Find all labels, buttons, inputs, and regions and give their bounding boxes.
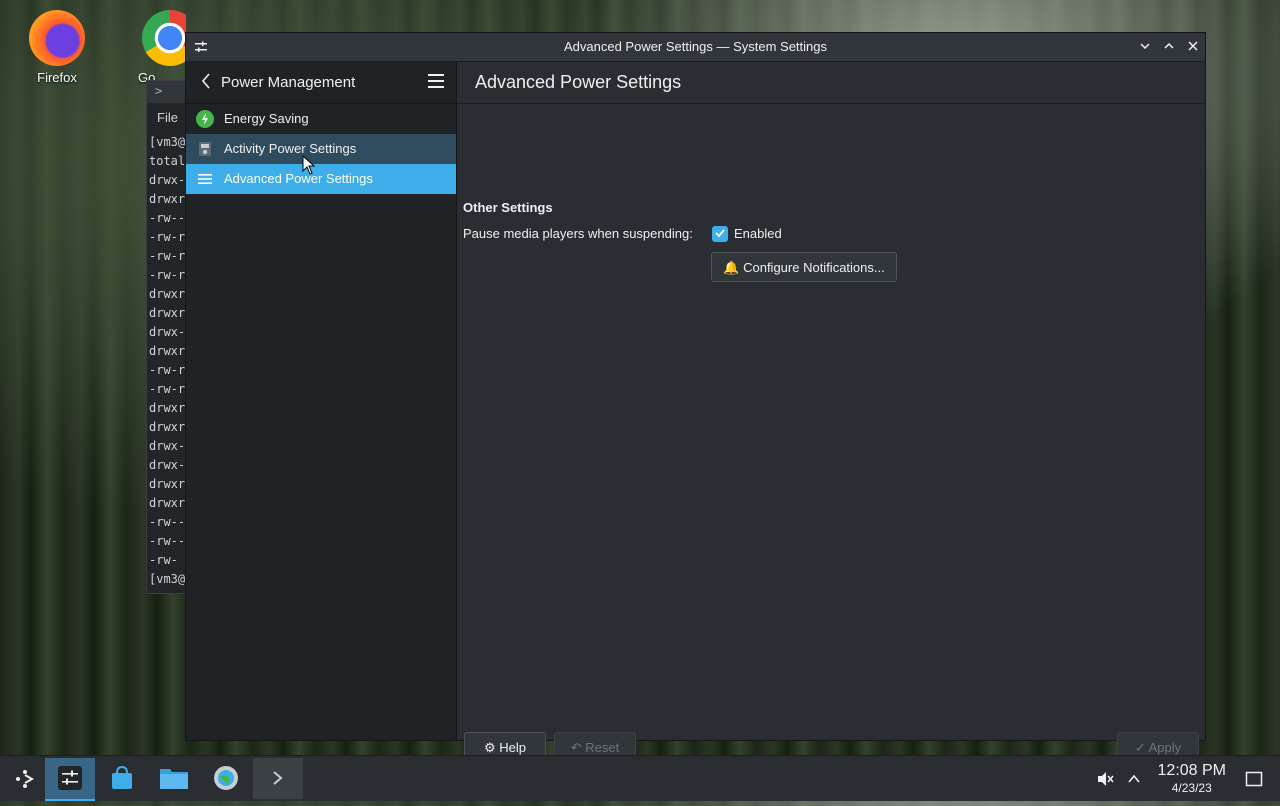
hamburger-menu-icon[interactable] (428, 74, 444, 88)
window-titlebar[interactable]: Advanced Power Settings — System Setting… (186, 33, 1205, 62)
content-area: Advanced Power Settings Other Settings P… (457, 62, 1205, 762)
maximize-button[interactable] (1160, 38, 1178, 56)
chevron-up-icon[interactable] (1127, 772, 1141, 786)
pause-media-label: Pause media players when suspending: (463, 226, 693, 241)
help-label: Help (499, 740, 527, 755)
application-launcher-button[interactable] (0, 758, 50, 799)
taskbar-web-browser[interactable] (201, 758, 251, 799)
clock-date: 4/23/23 (1171, 781, 1212, 795)
sidebar-item-label: Energy Saving (224, 111, 309, 126)
taskbar-terminal[interactable] (253, 758, 303, 799)
mouse-cursor-icon (302, 155, 316, 175)
taskbar: 12:08 PM 4/23/23 (0, 755, 1280, 801)
content-header: Advanced Power Settings (457, 62, 1205, 104)
sidebar-item-label: Activity Power Settings (224, 141, 357, 156)
checkmark-icon: ✓ (1134, 740, 1146, 755)
enabled-label[interactable]: Enabled (734, 226, 782, 241)
firefox-icon (29, 10, 85, 66)
settings-icon (58, 766, 82, 790)
window-title: Advanced Power Settings — System Setting… (563, 39, 827, 54)
sidebar-item-label: Advanced Power Settings (224, 171, 373, 186)
sidebar-item-activity-power-settings[interactable]: Activity Power Settings (186, 134, 456, 164)
activity-icon (199, 142, 211, 156)
sidebar-title: Power Management (221, 74, 356, 91)
help-icon: ⚙ (483, 740, 496, 755)
terminal-icon: > (155, 84, 163, 98)
chrome-icon (142, 10, 186, 66)
clock-time: 12:08 PM (1157, 762, 1226, 779)
configure-notifications-label: Configure Notifications... (743, 260, 885, 275)
sidebar-item-energy-saving[interactable]: Energy Saving (186, 104, 456, 134)
close-button[interactable] (1184, 38, 1202, 56)
page-title: Advanced Power Settings (475, 72, 682, 92)
chevron-down-icon (1140, 43, 1150, 50)
apply-label: Apply (1148, 740, 1182, 755)
terminal-icon (273, 771, 283, 785)
chrome-desktop-icon[interactable]: Go (138, 10, 186, 85)
firefox-desktop-icon[interactable]: Firefox (21, 10, 93, 85)
energy-icon (196, 110, 214, 128)
minimize-button[interactable] (1136, 38, 1154, 56)
sidebar-header: Power Management (186, 62, 456, 104)
close-icon (1188, 41, 1198, 51)
taskbar-discover[interactable] (97, 758, 147, 799)
system-settings-window: Advanced Power Settings — System Setting… (185, 32, 1206, 762)
globe-gear-icon (214, 766, 238, 790)
chevron-up-icon (1164, 42, 1174, 49)
reset-label: Reset (585, 740, 620, 755)
section-title: Other Settings (463, 200, 553, 215)
bell-icon: 🔔 (723, 260, 740, 275)
taskbar-file-manager[interactable] (149, 758, 199, 799)
configure-notifications-button[interactable]: 🔔 Configure Notifications... (711, 252, 897, 282)
sidebar: Power Management Energy Saving Activity … (186, 62, 457, 740)
taskbar-system-settings[interactable] (45, 758, 95, 801)
pause-media-checkbox[interactable] (712, 226, 728, 242)
folder-icon (160, 769, 188, 789)
undo-icon: ↶ (570, 740, 582, 755)
launcher-icon (16, 770, 35, 788)
checkmark-icon (715, 229, 725, 238)
show-desktop-icon[interactable] (1245, 770, 1263, 788)
list-icon (198, 174, 212, 184)
sidebar-item-advanced-power-settings[interactable]: Advanced Power Settings (186, 164, 456, 194)
desktop-icon-label: Firefox (37, 70, 77, 85)
digital-clock[interactable]: 12:08 PM 4/23/23 (1158, 762, 1226, 796)
back-arrow-icon[interactable] (200, 72, 212, 90)
shopping-bag-icon (112, 765, 132, 789)
volume-muted-icon[interactable] (1096, 770, 1114, 788)
